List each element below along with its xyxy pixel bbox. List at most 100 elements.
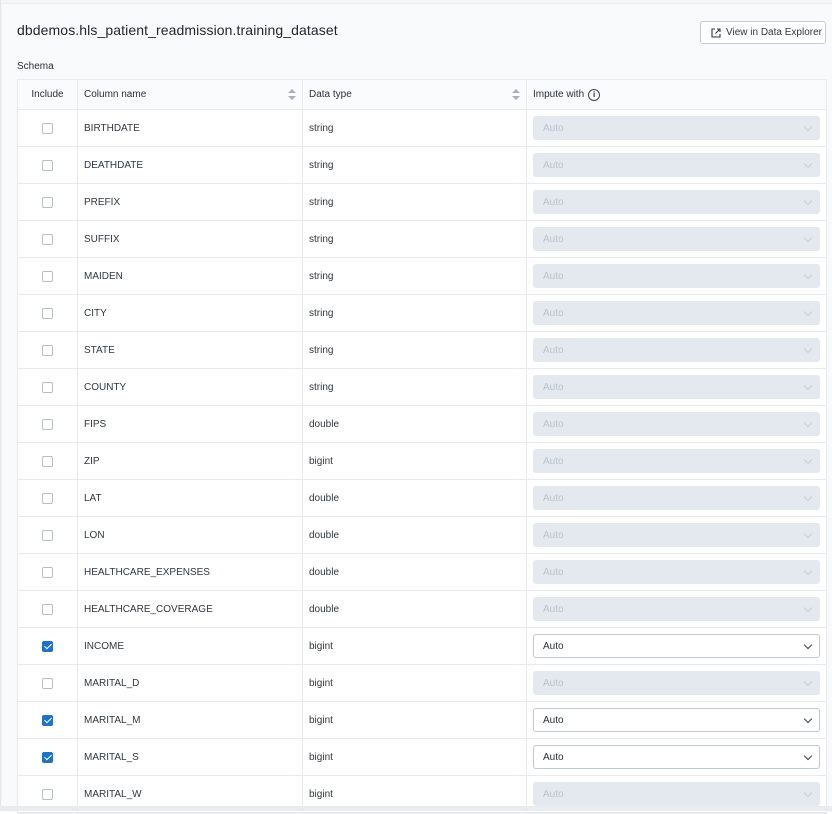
impute-select[interactable]: Auto xyxy=(533,634,820,658)
include-checkbox[interactable] xyxy=(42,270,53,282)
impute-select: Auto xyxy=(533,560,820,584)
data-type-cell: bigint xyxy=(303,739,527,775)
include-cell xyxy=(18,517,78,553)
include-cell xyxy=(18,443,78,479)
chevron-down-icon xyxy=(803,603,813,612)
include-cell xyxy=(18,295,78,331)
include-checkbox[interactable] xyxy=(42,233,53,245)
header-data-type[interactable]: Data type xyxy=(303,80,527,109)
include-checkbox[interactable] xyxy=(42,418,53,430)
column-name-cell: CITY xyxy=(78,295,303,331)
impute-select[interactable]: Auto xyxy=(533,745,820,769)
impute-cell: Auto xyxy=(527,739,826,775)
data-type-cell: string xyxy=(303,258,527,294)
data-type-cell: string xyxy=(303,332,527,368)
chevron-down-icon xyxy=(803,196,813,205)
table-row: MARITAL_M bigint Auto xyxy=(18,702,826,739)
impute-select-value: Auto xyxy=(543,122,564,134)
impute-select: Auto xyxy=(533,227,820,251)
table-row: LAT double Auto xyxy=(18,480,826,517)
impute-select: Auto xyxy=(533,264,820,288)
include-checkbox[interactable] xyxy=(42,714,53,726)
chevron-down-icon xyxy=(803,159,813,168)
header-column-name[interactable]: Column name xyxy=(78,80,303,109)
impute-select[interactable]: Auto xyxy=(533,708,820,732)
include-checkbox[interactable] xyxy=(42,159,53,171)
data-type-cell: string xyxy=(303,221,527,257)
sort-icon[interactable] xyxy=(288,89,296,100)
impute-select: Auto xyxy=(533,116,820,140)
chevron-down-icon xyxy=(803,640,813,649)
data-type-cell: string xyxy=(303,184,527,220)
impute-cell: Auto xyxy=(527,480,826,516)
column-name-cell: ZIP xyxy=(78,443,303,479)
horizontal-scrollbar[interactable] xyxy=(0,806,832,811)
include-checkbox[interactable] xyxy=(42,344,53,356)
include-checkbox[interactable] xyxy=(42,603,53,615)
impute-select: Auto xyxy=(533,597,820,621)
impute-cell: Auto xyxy=(527,332,826,368)
impute-cell: Auto xyxy=(527,110,826,146)
include-checkbox[interactable] xyxy=(42,196,53,208)
header-include: Include xyxy=(18,80,78,109)
column-name-cell: MAIDEN xyxy=(78,258,303,294)
chevron-down-icon xyxy=(803,566,813,575)
include-cell xyxy=(18,369,78,405)
impute-select-value: Auto xyxy=(543,381,564,393)
dataset-title: dbdemos.hls_patient_readmission.training… xyxy=(17,22,338,38)
chevron-down-icon xyxy=(803,529,813,538)
chevron-down-icon xyxy=(803,344,813,353)
include-cell xyxy=(18,110,78,146)
data-type-cell: bigint xyxy=(303,628,527,664)
impute-select-value: Auto xyxy=(543,344,564,356)
column-name-cell: SUFFIX xyxy=(78,221,303,257)
table-row: BIRTHDATE string Auto xyxy=(18,110,826,147)
column-name-cell: MARITAL_D xyxy=(78,665,303,701)
sort-icon[interactable] xyxy=(512,89,520,100)
impute-select-value: Auto xyxy=(543,233,564,245)
table-header: Include Column name Data type Impute wit… xyxy=(18,80,826,110)
impute-select: Auto xyxy=(533,782,820,806)
impute-select-value: Auto xyxy=(543,418,564,430)
chevron-down-icon xyxy=(803,307,813,316)
include-checkbox[interactable] xyxy=(42,492,53,504)
impute-cell: Auto xyxy=(527,591,826,627)
include-checkbox[interactable] xyxy=(42,788,53,800)
include-checkbox[interactable] xyxy=(42,381,53,393)
include-checkbox[interactable] xyxy=(42,751,53,763)
include-checkbox[interactable] xyxy=(42,122,53,134)
info-icon[interactable]: i xyxy=(588,88,601,101)
column-name-cell: MARITAL_S xyxy=(78,739,303,775)
impute-select-value: Auto xyxy=(543,640,564,652)
column-name-cell: COUNTY xyxy=(78,369,303,405)
column-name-cell: STATE xyxy=(78,332,303,368)
impute-select-value: Auto xyxy=(543,788,564,800)
impute-select-value: Auto xyxy=(543,455,564,467)
include-checkbox[interactable] xyxy=(42,640,53,652)
column-name-cell: LAT xyxy=(78,480,303,516)
include-checkbox[interactable] xyxy=(42,307,53,319)
external-link-icon xyxy=(711,27,721,38)
chevron-down-icon xyxy=(803,455,813,464)
header-data-type-label: Data type xyxy=(309,89,352,100)
chevron-down-icon xyxy=(803,788,813,797)
include-cell xyxy=(18,628,78,664)
impute-select-value: Auto xyxy=(543,677,564,689)
header-column-name-label: Column name xyxy=(84,89,147,100)
data-type-cell: string xyxy=(303,369,527,405)
impute-cell: Auto xyxy=(527,554,826,590)
include-checkbox[interactable] xyxy=(42,455,53,467)
view-in-data-explorer-button[interactable]: View in Data Explorer xyxy=(700,21,826,44)
impute-cell: Auto xyxy=(527,628,826,664)
include-checkbox[interactable] xyxy=(42,677,53,689)
include-checkbox[interactable] xyxy=(42,529,53,541)
column-name-cell: MARITAL_M xyxy=(78,702,303,738)
impute-cell: Auto xyxy=(527,184,826,220)
include-checkbox[interactable] xyxy=(42,566,53,578)
table-row: LON double Auto xyxy=(18,517,826,554)
schema-table: Include Column name Data type Impute wit… xyxy=(17,79,827,814)
header-impute-with: Impute with i xyxy=(527,80,826,109)
data-type-cell: double xyxy=(303,480,527,516)
table-row: MAIDEN string Auto xyxy=(18,258,826,295)
impute-select-value: Auto xyxy=(543,492,564,504)
